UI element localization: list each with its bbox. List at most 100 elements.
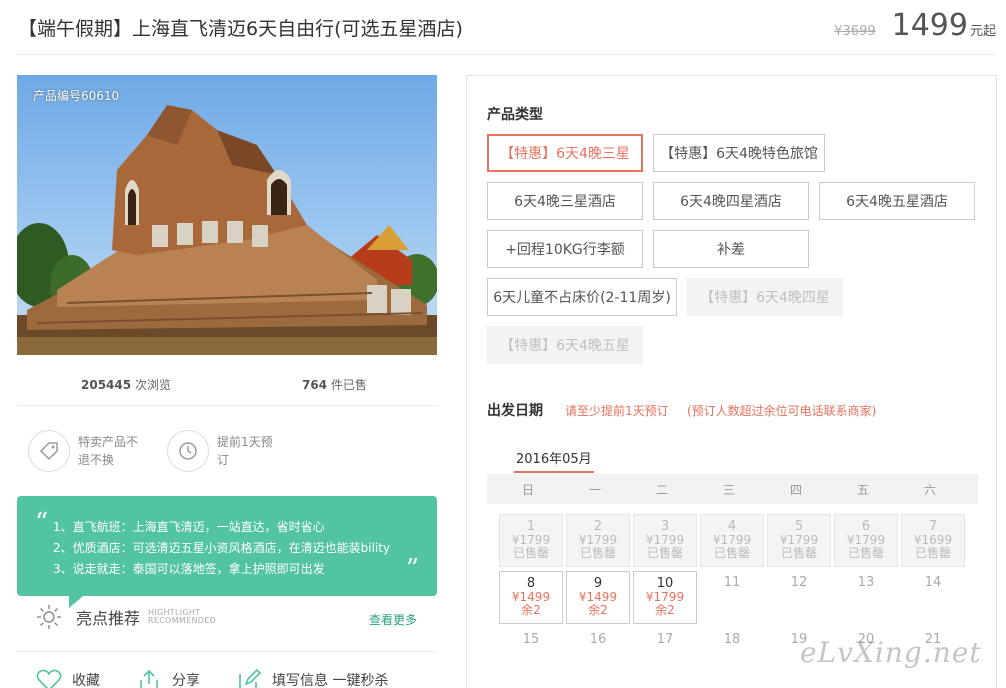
original-price: ¥3699 xyxy=(834,24,876,39)
calendar-day: 16 xyxy=(566,628,630,681)
share-button[interactable]: 分享 xyxy=(136,668,200,688)
highlights-subtitle: HIGHTLIGHT RECOMMENDED xyxy=(148,608,217,625)
calendar-day: 7 ¥1699 已售罄 xyxy=(901,514,965,567)
day-status: 已售罄 xyxy=(713,546,750,560)
weekday-label: 二 xyxy=(655,483,668,497)
day-status: 余2 xyxy=(655,603,675,617)
day-status: 已售罄 xyxy=(646,546,683,560)
current-price: 1499 xyxy=(891,8,968,43)
heart-icon xyxy=(36,669,62,688)
view-more-link[interactable]: 查看更多 xyxy=(369,611,417,628)
views-count: 205445 xyxy=(81,378,132,392)
calendar-day: 14 xyxy=(901,571,965,624)
product-page: 【端午假期】上海直飞清迈6天自由行(可选五星酒店) ¥3699 1499 元起 xyxy=(0,0,1006,688)
share-icon xyxy=(140,669,158,688)
calendar-day[interactable]: 8 ¥1499 余2 xyxy=(499,571,563,624)
departure-title: 出发日期 xyxy=(487,403,543,419)
option-3star-hotel[interactable]: 6天4晚三星酒店 xyxy=(487,182,643,220)
day-number: 17 xyxy=(656,632,674,647)
day-status: 已售罄 xyxy=(914,546,951,560)
feature-text: 提前1天预订 xyxy=(217,435,273,467)
day-number: 15 xyxy=(522,632,540,647)
day-number: 6 xyxy=(861,519,871,534)
day-number: 11 xyxy=(723,575,741,590)
highlights-header: 亮点推荐 HIGHTLIGHT RECOMMENDED xyxy=(36,604,216,630)
favorite-button[interactable]: 收藏 xyxy=(36,668,100,688)
option-special-inn[interactable]: 【特惠】6天4晚特色旅馆 xyxy=(653,134,825,172)
calendar-day: 1 ¥1799 已售罄 xyxy=(499,514,563,567)
price-area: ¥3699 1499 元起 xyxy=(834,8,996,43)
day-number: 5 xyxy=(794,519,804,534)
calendar-day: 13 xyxy=(834,571,898,624)
day-number: 13 xyxy=(857,575,875,590)
quote-close-icon: ” xyxy=(405,554,419,584)
edit-icon xyxy=(239,668,262,688)
option-special-3star[interactable]: 【特惠】6天4晚三星 xyxy=(487,134,643,172)
highlight-line: 2、优质酒店：可选清迈五星小资风格酒店，在清迈也能装bility xyxy=(53,541,391,555)
watermark: eLvXing.net xyxy=(800,636,982,669)
option-luggage[interactable]: +回程10KG行李额 xyxy=(487,230,643,268)
day-number: 2 xyxy=(593,519,603,534)
flash-sale-label: 填写信息 一键秒杀 xyxy=(272,673,389,688)
calendar-day: 5 ¥1799 已售罄 xyxy=(767,514,831,567)
weekday-label: 一 xyxy=(588,483,601,497)
stats-divider xyxy=(17,405,437,406)
action-bar: 收藏 分享 填写信息 一键秒杀 xyxy=(36,668,424,688)
temple-illustration xyxy=(17,105,437,355)
calendar-day: 2 ¥1799 已售罄 xyxy=(566,514,630,567)
calendar-day: 17 xyxy=(633,628,697,681)
flash-sale-button[interactable]: 填写信息 一键秒杀 xyxy=(236,668,388,688)
weekday-header: 日 一 二 三 四 五 六 xyxy=(487,474,978,504)
weekday-label: 日 xyxy=(521,483,534,497)
calendar-day: 3 ¥1799 已售罄 xyxy=(633,514,697,567)
product-photo[interactable]: 产品编号60610 xyxy=(17,75,437,355)
price-suffix: 元起 xyxy=(969,24,996,39)
quote-open-icon: “ xyxy=(35,508,49,538)
sold-count: 764 xyxy=(302,378,328,392)
month-underline xyxy=(514,471,594,473)
day-number: 14 xyxy=(924,575,942,590)
day-status: 余2 xyxy=(588,603,608,617)
option-special-4star: 【特惠】6天4晚四星 xyxy=(687,278,843,316)
weekday-label: 六 xyxy=(923,483,936,497)
feature-text: 特卖产品不退不换 xyxy=(78,435,139,467)
calendar-day: 11 xyxy=(700,571,764,624)
contact-notice: (预订人数超过余位可电话联系商家) xyxy=(687,404,877,418)
day-number: 4 xyxy=(727,519,737,534)
weekday-label: 三 xyxy=(722,483,735,497)
day-number: 16 xyxy=(589,632,607,647)
day-number: 9 xyxy=(593,576,603,591)
month-tab[interactable]: 2016年05月 xyxy=(516,448,592,467)
highlight-line: 3、说走就走：泰国可以落地签，拿上护照即可出发 xyxy=(53,562,325,576)
day-number: 12 xyxy=(790,575,808,590)
calendar-day[interactable]: 9 ¥1499 余2 xyxy=(566,571,630,624)
product-code: 产品编号60610 xyxy=(33,89,120,103)
weekday-label: 四 xyxy=(789,483,802,497)
option-5star-hotel[interactable]: 6天4晚五星酒店 xyxy=(819,182,975,220)
option-4star-hotel[interactable]: 6天4晚四星酒店 xyxy=(653,182,809,220)
tag-icon xyxy=(28,430,70,472)
highlights-bubble: “ 1、直飞航班：上海直飞清迈，一站直达，省时省心 2、优质酒店：可选清迈五星小… xyxy=(17,496,437,608)
day-number: 10 xyxy=(656,576,674,591)
booking-panel: 产品类型 【特惠】6天4晚三星 【特惠】6天4晚特色旅馆 6天4晚三星酒店 6天… xyxy=(466,75,997,688)
calendar-day: 4 ¥1799 已售罄 xyxy=(700,514,764,567)
day-status: 已售罄 xyxy=(579,546,616,560)
calendar-day[interactable]: 10 ¥1799 余2 xyxy=(633,571,697,624)
clock-icon xyxy=(167,430,209,472)
product-title: 【端午假期】上海直飞清迈6天自由行(可选五星酒店) xyxy=(18,18,463,40)
option-supplement[interactable]: 补差 xyxy=(653,230,809,268)
calendar-day: 15 xyxy=(499,628,563,681)
product-type-title: 产品类型 xyxy=(487,107,543,123)
option-child-no-bed[interactable]: 6天儿童不占床价(2-11周岁) xyxy=(487,278,677,316)
weekday-label: 五 xyxy=(856,483,869,497)
share-label: 分享 xyxy=(172,673,200,688)
highlights-title: 亮点推荐 xyxy=(76,609,141,628)
calendar-day: 18 xyxy=(700,628,764,681)
sold-label: 件已售 xyxy=(330,378,367,392)
calendar-day: 12 xyxy=(767,571,831,624)
day-status: 已售罄 xyxy=(512,546,549,560)
day-number: 18 xyxy=(723,632,741,647)
booking-notice: 请至少提前1天预订 xyxy=(565,404,669,418)
day-number: 8 xyxy=(526,576,536,591)
day-status: 余2 xyxy=(521,603,541,617)
